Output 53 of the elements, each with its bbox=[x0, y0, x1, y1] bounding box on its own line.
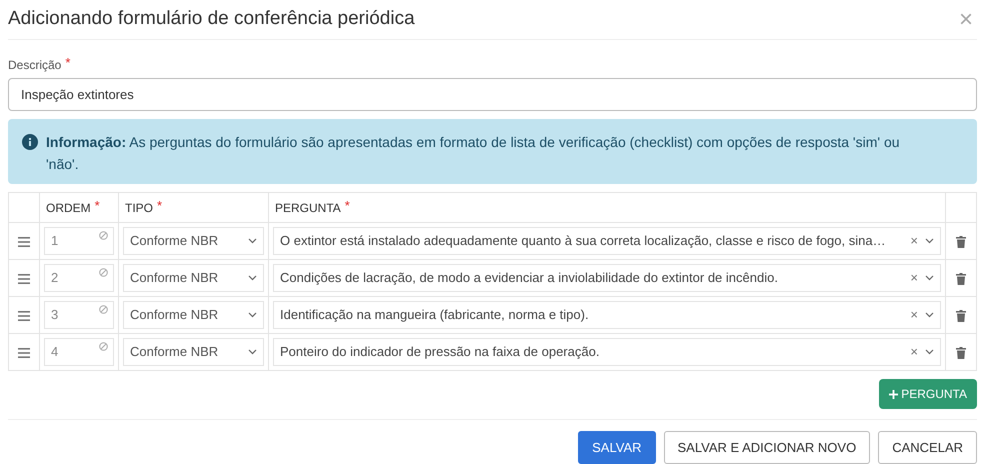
caret-icon bbox=[248, 238, 257, 244]
disabled-icon bbox=[99, 305, 108, 314]
column-header: ORDEM bbox=[46, 200, 91, 216]
type-select[interactable]: Conforme NBR bbox=[123, 301, 264, 329]
plus-icon bbox=[889, 390, 898, 398]
trash-icon[interactable] bbox=[956, 272, 966, 285]
question-text: Condições de lacração, de modo a evidenciar a inviolabilidade do extintor de incêndio. bbox=[280, 269, 779, 288]
disabled-icon bbox=[99, 342, 108, 351]
column-header: PERGUNTA bbox=[275, 200, 341, 216]
question-select[interactable]: O extintor está instalado adequadamente quanto à sua correta localização, classe e risco de fogo, sina… × bbox=[273, 227, 941, 255]
disabled-icon bbox=[99, 231, 108, 240]
footer-button[interactable]: CANCELAR bbox=[878, 431, 977, 464]
column-header: TIPO bbox=[125, 200, 154, 216]
caret-icon bbox=[925, 312, 934, 318]
question-select[interactable]: Condições de lacração, de modo a evidenciar a inviolabilidade do extintor de incêndio. × bbox=[273, 264, 941, 292]
field-label: Descrição bbox=[8, 57, 62, 74]
type-select[interactable]: Conforme NBR bbox=[123, 227, 264, 255]
required-mark: * bbox=[94, 198, 100, 214]
caret-icon bbox=[248, 349, 257, 355]
question-text: O extintor está instalado adequadamente quanto à sua correta localização, classe e risco de fogo, sina… bbox=[280, 232, 887, 250]
info-icon bbox=[22, 134, 38, 150]
caret-icon bbox=[925, 349, 934, 355]
clear-icon[interactable]: × bbox=[910, 231, 918, 251]
drag-handle-icon[interactable] bbox=[18, 310, 30, 321]
required-mark: * bbox=[344, 198, 350, 214]
caret-icon bbox=[248, 275, 257, 281]
clear-icon[interactable]: × bbox=[910, 268, 918, 288]
trash-icon[interactable] bbox=[956, 310, 966, 322]
disabled-icon bbox=[99, 268, 108, 277]
type-select[interactable]: Conforme NBR bbox=[123, 338, 264, 366]
modal-title: Adicionando formulário de conferência periódica bbox=[8, 8, 415, 31]
trash-icon[interactable] bbox=[956, 346, 966, 359]
info-text: Informação: As perguntas do formulário são apresentadas em formato de lista de verificação (checklist) com opções de resposta 'sim' ou 'não'. bbox=[46, 133, 901, 172]
type-select[interactable]: Conforme NBR bbox=[123, 264, 264, 292]
description-field[interactable]: Inspeção extintores bbox=[8, 78, 977, 111]
save-button[interactable]: SALVAR bbox=[578, 431, 656, 464]
question-text: Ponteiro do indicador de pressão na faixa de operação. bbox=[280, 343, 600, 362]
caret-icon bbox=[925, 238, 934, 244]
drag-handle-icon[interactable] bbox=[18, 274, 30, 284]
required-mark: * bbox=[65, 56, 70, 72]
add-question-button[interactable]: PERGUNTA bbox=[879, 379, 977, 409]
question-text: Identificação na mangueira (fabricante, norma e tipo). bbox=[280, 306, 590, 324]
trash-icon[interactable] bbox=[956, 236, 966, 248]
question-select[interactable]: Identificação na mangueira (fabricante, norma e tipo). × bbox=[273, 301, 941, 329]
required-mark: * bbox=[157, 198, 162, 214]
footer-button[interactable]: SALVAR E ADICIONAR NOVO bbox=[664, 431, 870, 464]
caret-icon bbox=[925, 275, 934, 281]
clear-icon[interactable]: × bbox=[910, 342, 918, 362]
caret-icon bbox=[248, 312, 257, 318]
drag-handle-icon[interactable] bbox=[18, 236, 30, 247]
question-select[interactable]: Ponteiro do indicador de pressão na faixa de operação. × bbox=[273, 338, 941, 366]
clear-icon[interactable]: × bbox=[910, 305, 918, 325]
drag-handle-icon[interactable] bbox=[18, 348, 30, 358]
